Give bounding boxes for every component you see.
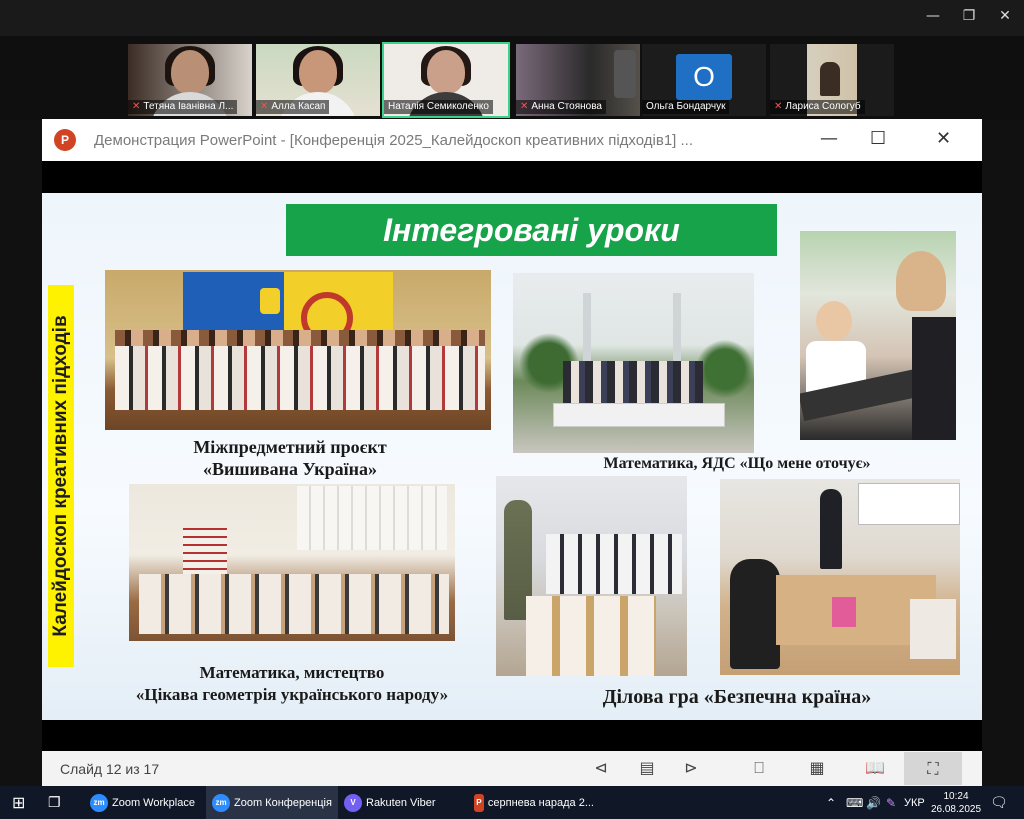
- slide-counter: Слайд 12 из 17: [60, 761, 160, 777]
- participant-tile[interactable]: О Ольга Бондарчук: [642, 44, 766, 116]
- reading-view-icon: 📖: [865, 758, 885, 777]
- side-label: Калейдоскоп креативних підходів: [48, 285, 74, 667]
- participant-name: Наталія Семиколенко: [388, 101, 489, 112]
- ppt-minimize-button[interactable]: —: [820, 128, 838, 149]
- next-icon: ⊳: [684, 758, 698, 777]
- maximize-icon: ❐: [962, 8, 976, 24]
- slide-sorter-icon: ▦: [809, 758, 825, 777]
- caption-math-environment: Математика, ЯДС «Що мене оточує»: [603, 455, 871, 472]
- caption-geometry: «Цікава геометрія українського народу»: [135, 685, 449, 704]
- participant-name: Лариса Сологуб: [785, 101, 861, 112]
- windows-taskbar: ⊞ ❐ zm Zoom Workplace zm Zoom Конференція …: [0, 786, 1024, 819]
- close-icon: ✕: [936, 128, 952, 149]
- pen-icon[interactable]: ✎: [886, 786, 896, 819]
- slide-title: Інтегровані уроки: [286, 204, 777, 256]
- task-view-button[interactable]: ❐: [48, 786, 61, 819]
- maximize-icon: ☐: [870, 128, 887, 149]
- tray-overflow-button[interactable]: ⌃: [826, 786, 836, 819]
- taskbar-app-powerpoint[interactable]: Pсерпнева нарада 2...: [470, 786, 594, 819]
- powerpoint-window: P Демонстрация PowerPoint - [Конференція…: [42, 119, 982, 786]
- powerpoint-title-bar: P Демонстрация PowerPoint - [Конференція…: [42, 119, 982, 161]
- minimize-button[interactable]: —: [914, 0, 952, 32]
- start-button[interactable]: ⊞: [12, 786, 25, 819]
- notifications-button[interactable]: 🗨: [990, 786, 1008, 819]
- slides-icon: ▤: [639, 758, 655, 777]
- zoom-icon: zm: [90, 793, 108, 812]
- slide-area: Інтегровані уроки Калейдоскоп креативних…: [42, 161, 982, 751]
- photo-business-game: [720, 479, 960, 675]
- previous-icon: ⊲: [594, 758, 608, 777]
- clock[interactable]: 10:24 26.08.2025: [931, 786, 981, 819]
- photo-soldier-classroom: [496, 476, 687, 676]
- caption-business-game: Ділова гра «Безпечна країна»: [602, 686, 872, 708]
- zoom-icon: zm: [212, 793, 230, 812]
- participant-tile[interactable]: ✕ Лариса Сологуб: [770, 44, 894, 116]
- ppt-maximize-button[interactable]: ☐: [870, 128, 886, 149]
- taskbar-app-zoom-conference[interactable]: zm Zoom Конференція: [206, 786, 338, 819]
- avatar: О: [676, 54, 732, 100]
- close-icon: ✕: [999, 8, 1011, 24]
- participant-tile[interactable]: ✕ Тетяна Іванівна Л...: [128, 44, 252, 116]
- participant-name: Анна Стоянова: [531, 101, 602, 112]
- windows-icon: ⊞: [12, 794, 26, 812]
- photo-embroidered-ukraine: [105, 270, 491, 430]
- mic-muted-icon: ✕: [774, 101, 783, 112]
- window-title: Демонстрация PowerPoint - [Конференція 2…: [94, 132, 694, 149]
- network-icon[interactable]: ⌨: [846, 786, 863, 819]
- chevron-up-icon: ⌃: [826, 795, 837, 810]
- photo-math-environment: [513, 273, 754, 453]
- minimize-icon: —: [820, 128, 838, 149]
- normal-view-icon: ⎕: [754, 758, 764, 777]
- normal-view-button[interactable]: ⎕: [748, 758, 770, 778]
- caption-project: Міжпредметний проєкт: [193, 437, 387, 457]
- zoom-title-bar: — ❐ ✕: [0, 0, 1024, 36]
- task-view-icon: ❐: [48, 794, 61, 810]
- photo-geometry-lesson: [129, 484, 455, 641]
- participant-name: Тетяна Іванівна Л...: [143, 101, 234, 112]
- volume-icon[interactable]: 🔊: [866, 786, 881, 819]
- caption-math-art: Математика, мистецтво: [199, 663, 385, 682]
- reading-view-button[interactable]: 📖: [864, 758, 886, 778]
- mic-muted-icon: ✕: [520, 101, 529, 112]
- mic-muted-icon: ✕: [260, 101, 269, 112]
- participant-tile[interactable]: ✕ Анна Стоянова: [516, 44, 640, 116]
- participant-tile[interactable]: ✕ Алла Касап: [256, 44, 380, 116]
- slideshow-view-button[interactable]: ⛶: [904, 752, 962, 785]
- previous-slide-button[interactable]: ⊲: [590, 758, 612, 778]
- slide: Інтегровані уроки Калейдоскоп креативних…: [42, 193, 982, 720]
- minimize-icon: —: [926, 8, 940, 24]
- participant-video: [614, 50, 636, 98]
- photo-kids-activity: [800, 231, 956, 440]
- taskbar-app-viber[interactable]: V Rakuten Viber: [340, 786, 464, 819]
- trident-icon: [260, 288, 280, 314]
- viber-icon: V: [344, 793, 362, 812]
- mic-muted-icon: ✕: [132, 101, 141, 112]
- language-indicator[interactable]: УКР: [904, 786, 925, 819]
- participant-gallery: ✕ Тетяна Іванівна Л... ✕ Алла Касап Наталі…: [0, 36, 1024, 120]
- close-button[interactable]: ✕: [986, 0, 1024, 32]
- taskbar-app-zoom-workplace[interactable]: zm Zoom Workplace: [86, 786, 204, 819]
- ppt-close-button[interactable]: ✕: [936, 128, 951, 149]
- slide-list-button[interactable]: ▤: [636, 758, 658, 778]
- powerpoint-logo-icon: P: [54, 129, 76, 151]
- slide-sorter-button[interactable]: ▦: [806, 758, 828, 778]
- caption-project-title: «Вишивана Україна»: [202, 459, 378, 479]
- participant-name: Алла Касап: [271, 101, 326, 112]
- participant-name: Ольга Бондарчук: [646, 101, 726, 112]
- maximize-button[interactable]: ❐: [950, 0, 988, 32]
- notification-icon: 🗨: [990, 794, 1008, 810]
- participant-video: [820, 62, 840, 96]
- presenter-status-bar: Слайд 12 из 17 ⊲ ▤ ⊳ ⎕ ▦ 📖 ⛶: [42, 751, 982, 786]
- next-slide-button[interactable]: ⊳: [680, 758, 702, 778]
- slideshow-icon: ⛶: [927, 759, 939, 778]
- powerpoint-icon: P: [474, 793, 484, 812]
- participant-tile-active-speaker[interactable]: Наталія Семиколенко: [382, 42, 510, 118]
